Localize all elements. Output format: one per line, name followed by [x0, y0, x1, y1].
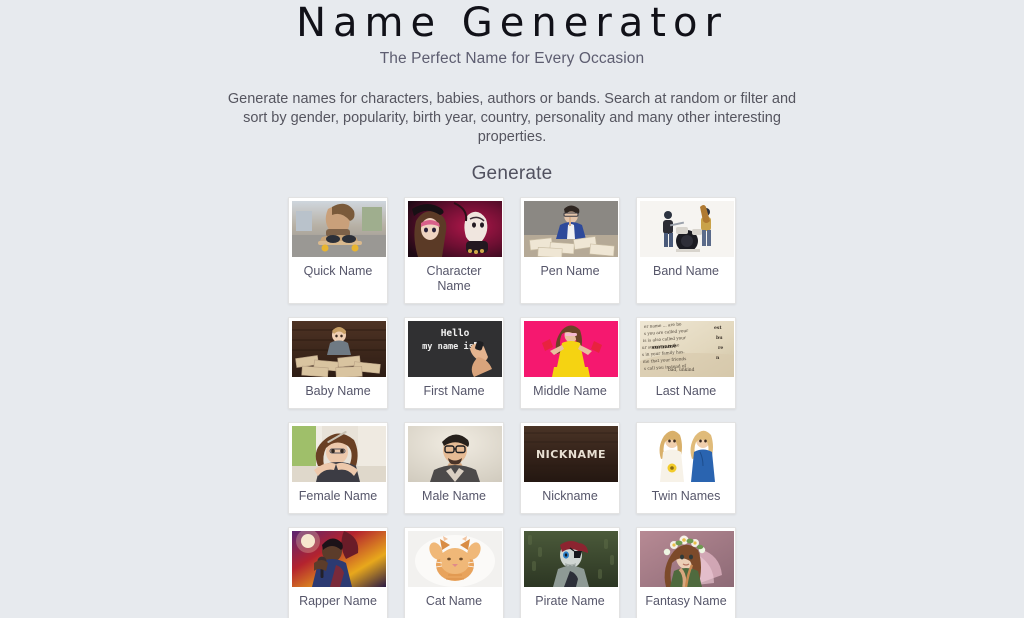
fairy-with-flower-crown-photo: [640, 531, 734, 587]
ginger-kitten-photo: [408, 531, 502, 587]
generator-card-label: Baby Name: [305, 384, 371, 398]
pirate-skeleton-photo: [524, 531, 618, 587]
svg-text:bad, unkind: bad, unkind: [668, 368, 695, 373]
man-with-glasses-photo: [408, 426, 502, 482]
baby-with-books-photo: [292, 321, 386, 377]
svg-text:bu: bu: [716, 335, 723, 341]
masquerade-woman-photo: [408, 201, 502, 257]
rapper-with-microphone-photo: [292, 531, 386, 587]
generator-card-grid: Quick Name Character Name Pen Name Band …: [280, 197, 744, 618]
svg-text:re: re: [718, 346, 723, 351]
svg-text:est: est: [714, 325, 723, 331]
generator-card[interactable]: Character Name: [404, 197, 504, 304]
hello-my-name-is-chalkboard-photo: Hello my name is: [408, 321, 502, 377]
generator-card[interactable]: Quick Name: [288, 197, 388, 304]
generator-card[interactable]: er name ... are bo s you are called your…: [636, 317, 736, 409]
generator-card-label: Cat Name: [425, 594, 483, 608]
generator-card[interactable]: Female Name: [288, 422, 388, 514]
generator-card[interactable]: Middle Name: [520, 317, 620, 409]
generator-card[interactable]: Pen Name: [520, 197, 620, 304]
generator-card-label: Male Name: [422, 489, 486, 503]
generator-card[interactable]: Fantasy Name: [636, 527, 736, 618]
generator-card-label: Pen Name: [540, 264, 600, 278]
twin-sisters-photo: [640, 426, 734, 482]
page-title: Name Generator: [296, 0, 728, 46]
writer-with-papers-photo: [524, 201, 618, 257]
generator-card[interactable]: Hello my name is First Name: [404, 317, 504, 409]
band-playing-photo: [640, 201, 734, 257]
generator-card[interactable]: Twin Names: [636, 422, 736, 514]
generator-card-label: Nickname: [542, 489, 598, 503]
generator-card-label: Female Name: [298, 489, 378, 503]
generator-card[interactable]: NICKNAME Nickname: [520, 422, 620, 514]
generator-card-label: Band Name: [652, 264, 719, 278]
page-root: Name Generator The Perfect Name for Ever…: [0, 0, 1024, 618]
generator-card[interactable]: Male Name: [404, 422, 504, 514]
generator-card[interactable]: Rapper Name: [288, 527, 388, 618]
generator-card-label: Middle Name: [533, 384, 607, 398]
page-tagline: The Perfect Name for Every Occasion: [379, 50, 645, 67]
generator-card-label: Rapper Name: [299, 594, 377, 608]
generator-card[interactable]: Baby Name: [288, 317, 388, 409]
generator-card-label: Pirate Name: [535, 594, 605, 608]
generate-section-title: Generate: [471, 163, 553, 184]
generator-card-label: First Name: [423, 384, 485, 398]
generator-card-label: Character Name: [426, 264, 482, 293]
woman-yellow-dress-pink-background-photo: [524, 321, 618, 377]
woman-with-pencil-photo: [292, 426, 386, 482]
generator-card-label: Twin Names: [651, 489, 721, 503]
skateboarder-photo: [292, 201, 386, 257]
dictionary-surname-page-photo: er name ... are bo s you are called your…: [640, 321, 734, 377]
svg-text:my name is: my name is: [422, 341, 474, 352]
svg-text:NICKNAME: NICKNAME: [536, 448, 606, 461]
generator-card[interactable]: Band Name: [636, 197, 736, 304]
generator-card[interactable]: Pirate Name: [520, 527, 620, 618]
svg-text:Hello: Hello: [441, 328, 470, 339]
generator-card-label: Fantasy Name: [645, 594, 727, 608]
generator-card[interactable]: Cat Name: [404, 527, 504, 618]
page-intro-text: Generate names for characters, babies, a…: [227, 91, 797, 145]
generator-card-label: Last Name: [655, 384, 717, 398]
nickname-wood-sign-photo: NICKNAME: [524, 426, 618, 482]
generator-card-label: Quick Name: [303, 264, 373, 278]
